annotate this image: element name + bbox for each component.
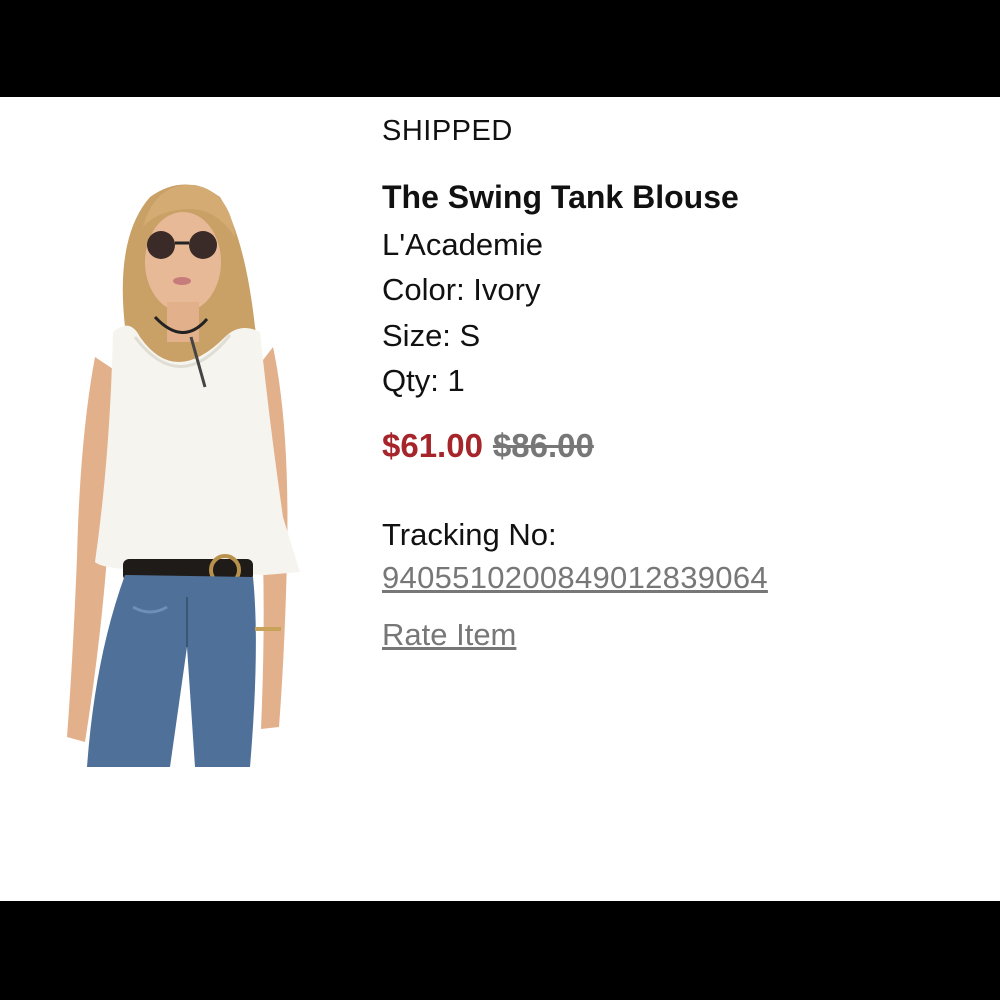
rate-item-link[interactable]: Rate Item <box>382 617 516 653</box>
product-quantity: Qty: 1 <box>382 363 465 398</box>
tracking-label: Tracking No: <box>382 517 557 552</box>
product-image[interactable] <box>55 177 315 767</box>
price-row: $61.00 $86.00 <box>382 427 594 465</box>
product-brand: L'Academie <box>382 227 544 262</box>
shipment-status: SHIPPED <box>382 115 513 147</box>
sale-price: $61.00 <box>382 427 483 464</box>
product-color: Color: Ivory <box>382 272 541 307</box>
letterbox-top <box>0 0 1000 97</box>
product-name[interactable]: The Swing Tank Blouse <box>382 179 739 216</box>
order-item-card: SHIPPED The Swing Tank Blouse L'Academie… <box>0 97 1000 901</box>
original-price: $86.00 <box>492 427 594 464</box>
product-size: Size: S <box>382 318 481 353</box>
tracking-number-link[interactable]: 9405510200849012839064 <box>382 560 768 596</box>
letterbox-bottom <box>0 901 1000 1000</box>
